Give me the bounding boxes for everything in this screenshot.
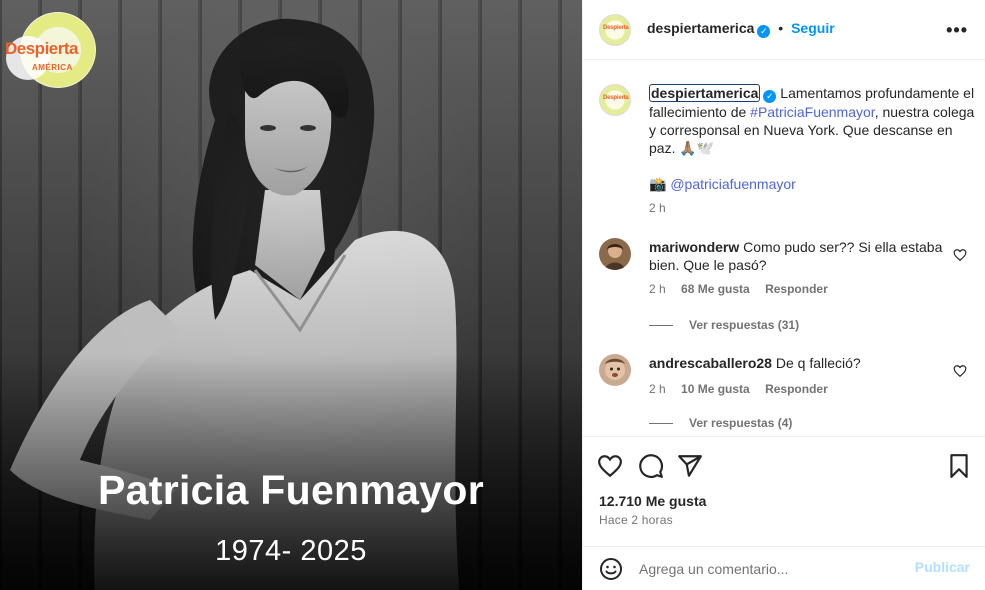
view-replies-button[interactable]: Ver respuestas (31) <box>649 318 799 332</box>
emoji-icon[interactable] <box>599 557 623 581</box>
view-replies-label: Ver respuestas (4) <box>689 416 793 430</box>
memorial-years: 1974- 2025 <box>215 535 367 567</box>
commenter-avatar[interactable] <box>599 238 631 270</box>
caption-avatar[interactable]: Despierta <box>599 84 631 116</box>
caption-avatar-logo-text: Despierta <box>603 95 629 101</box>
photo-credit: 📸 @patriciafuenmayor <box>649 175 979 193</box>
logo-subtitle: AMÉRICA <box>32 63 73 72</box>
post-header: Despierta despiertamerica ✓ • Seguir ••• <box>583 0 985 60</box>
comment-time: 2 h <box>649 382 666 396</box>
post-actions: 12.710 Me gusta Hace 2 horas <box>583 436 985 546</box>
more-horizontal-icon[interactable]: ••• <box>946 20 968 41</box>
bookmark-icon[interactable] <box>946 453 972 479</box>
replies-divider <box>649 423 673 425</box>
verified-badge-icon: ✓ <box>757 25 771 38</box>
comment-time: 2 h <box>649 282 666 296</box>
reply-button[interactable]: Responder <box>765 282 828 296</box>
caption-verified-badge-icon: ✓ <box>763 90 777 103</box>
comment-text: De q falleció? <box>775 355 861 371</box>
add-comment-bar: Publicar <box>583 546 985 590</box>
comment-text-block: mariwonderw Como pudo ser?? Si ella esta… <box>649 238 949 274</box>
publish-button[interactable]: Publicar <box>915 559 970 575</box>
credit-mention-link[interactable]: @patriciafuenmayor <box>670 176 796 192</box>
comment-username[interactable]: andrescaballero28 <box>649 355 772 371</box>
view-replies-button[interactable]: Ver respuestas (4) <box>649 416 792 430</box>
comment-username[interactable]: mariwonderw <box>649 239 739 255</box>
despierta-america-logo: Despierta AMÉRICA <box>2 10 98 94</box>
share-icon[interactable] <box>677 453 703 479</box>
caption-time[interactable]: 2 h <box>649 199 979 217</box>
heart-icon[interactable] <box>597 453 623 479</box>
post-viewer: Despierta AMÉRICA Patricia Fuenmayor 197… <box>0 0 985 590</box>
header-username[interactable]: despiertamerica <box>647 20 754 36</box>
heart-icon[interactable] <box>953 248 967 262</box>
comment-meta: 2 h 10 Me gusta Responder <box>649 382 840 396</box>
commenter-avatar-image <box>599 354 631 386</box>
hashtag-link[interactable]: #PatriciaFuenmayor <box>750 104 875 120</box>
camera-icon: 📸 <box>649 176 667 192</box>
caption-text: despiertamerica ✓ Lamentamos profundament… <box>649 84 979 217</box>
heart-icon[interactable] <box>953 364 967 378</box>
post-details-panel: Despierta despiertamerica ✓ • Seguir ••• … <box>582 0 985 590</box>
account-avatar[interactable]: Despierta <box>599 14 631 46</box>
comment-meta: 2 h 68 Me gusta Responder <box>649 282 840 296</box>
logo-wordmark: Despierta <box>5 39 78 58</box>
caption-username[interactable]: despiertamerica <box>649 84 761 102</box>
post-time[interactable]: Hace 2 horas <box>599 513 673 527</box>
memorial-name: Patricia Fuenmayor <box>98 467 484 513</box>
replies-divider <box>649 325 673 327</box>
reply-button[interactable]: Responder <box>765 382 828 396</box>
likes-count[interactable]: 12.710 Me gusta <box>599 493 706 509</box>
header-account-line: despiertamerica ✓ • Seguir <box>647 20 835 38</box>
post-image[interactable]: Despierta AMÉRICA Patricia Fuenmayor 197… <box>0 0 582 590</box>
avatar-logo-text: Despierta <box>603 25 629 31</box>
comment-icon[interactable] <box>638 453 664 479</box>
comment-likes[interactable]: 68 Me gusta <box>681 282 750 296</box>
commenter-avatar-image <box>599 238 631 270</box>
comment-text-block: andrescaballero28 De q falleció? <box>649 354 949 372</box>
commenter-avatar[interactable] <box>599 354 631 386</box>
header-separator: • <box>778 20 784 36</box>
view-replies-label: Ver respuestas (31) <box>689 318 800 332</box>
follow-button[interactable]: Seguir <box>791 20 835 36</box>
comment-input[interactable] <box>639 559 899 579</box>
comment-likes[interactable]: 10 Me gusta <box>681 382 750 396</box>
